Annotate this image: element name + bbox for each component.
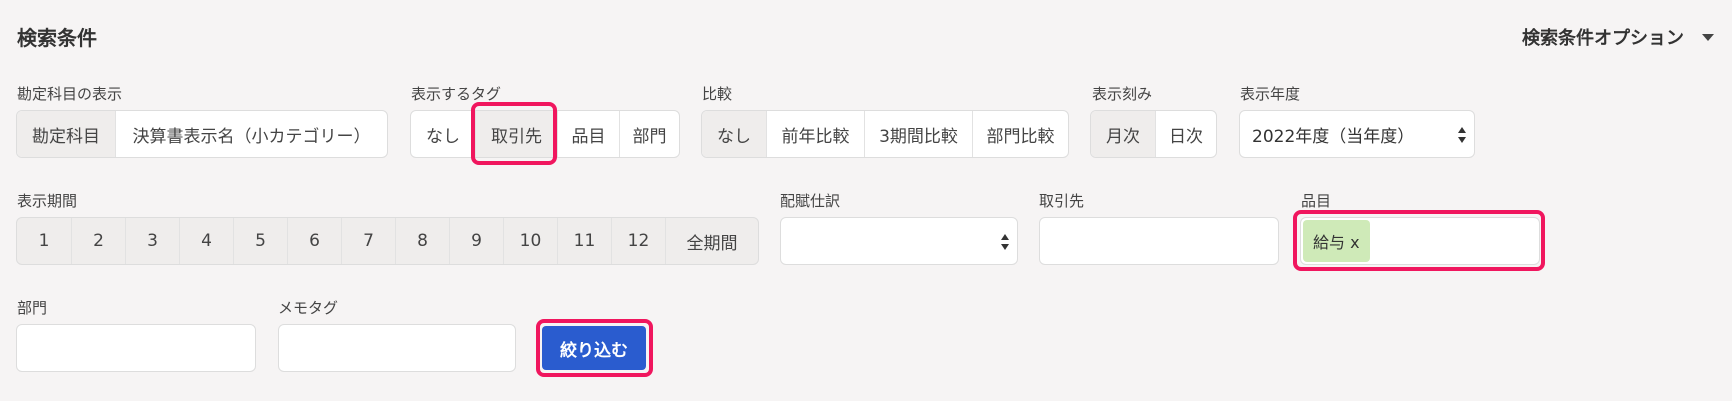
memo-tag-input[interactable] — [278, 324, 516, 372]
department-label: 部門 — [17, 299, 48, 317]
highlight-box — [1293, 210, 1545, 271]
granularity-option-daily[interactable]: 日次 — [1155, 111, 1216, 157]
select-arrows-icon — [1458, 127, 1466, 143]
allocation-select[interactable] — [780, 217, 1018, 265]
period-option[interactable]: 8 — [395, 218, 449, 264]
period-segment: 1 2 3 4 5 6 7 8 9 10 11 12 全期間 — [16, 217, 759, 265]
display-tag-option-none[interactable]: なし — [411, 111, 475, 157]
memo-tag-label: メモタグ — [278, 299, 339, 317]
fiscal-year-value: 2022年度（当年度） — [1252, 126, 1415, 147]
partner-input[interactable] — [1039, 217, 1279, 265]
display-tag-option-item[interactable]: 品目 — [557, 111, 619, 157]
granularity-segment: 月次 日次 — [1090, 110, 1217, 158]
display-tag-label: 表示するタグ — [411, 85, 502, 103]
comparison-option-previous-year[interactable]: 前年比較 — [766, 111, 864, 157]
display-tag-option-department[interactable]: 部門 — [619, 111, 679, 157]
period-option[interactable]: 2 — [71, 218, 125, 264]
caret-down-icon[interactable] — [1702, 34, 1714, 41]
highlight-box — [471, 102, 557, 165]
period-label: 表示期間 — [17, 192, 78, 210]
period-option[interactable]: 12 — [611, 218, 665, 264]
period-option[interactable]: 4 — [179, 218, 233, 264]
granularity-label: 表示刻み — [1092, 85, 1153, 103]
account-display-segment: 勘定科目 決算書表示名（小カテゴリー） — [16, 110, 388, 158]
comparison-option-none[interactable]: なし — [702, 111, 766, 157]
comparison-option-three-periods[interactable]: 3期間比較 — [864, 111, 972, 157]
period-option[interactable]: 11 — [557, 218, 611, 264]
account-display-option-statement-name[interactable]: 決算書表示名（小カテゴリー） — [115, 111, 387, 157]
department-input[interactable] — [16, 324, 256, 372]
page-title: 検索条件 — [17, 26, 97, 50]
account-display-label: 勘定科目の表示 — [17, 85, 123, 103]
fiscal-year-label: 表示年度 — [1240, 85, 1301, 103]
period-option[interactable]: 7 — [341, 218, 395, 264]
search-options-toggle[interactable]: 検索条件オプション — [1522, 24, 1684, 50]
period-option[interactable]: 1 — [17, 218, 71, 264]
period-option[interactable]: 3 — [125, 218, 179, 264]
period-option[interactable]: 9 — [449, 218, 503, 264]
period-option[interactable]: 6 — [287, 218, 341, 264]
partner-label: 取引先 — [1039, 192, 1085, 210]
period-option[interactable]: 10 — [503, 218, 557, 264]
item-label: 品目 — [1301, 192, 1332, 210]
select-arrows-icon — [1001, 234, 1009, 250]
period-option[interactable]: 5 — [233, 218, 287, 264]
period-option-all[interactable]: 全期間 — [665, 218, 758, 264]
comparison-segment: なし 前年比較 3期間比較 部門比較 — [701, 110, 1069, 158]
account-display-option-account[interactable]: 勘定科目 — [17, 111, 115, 157]
comparison-label: 比較 — [702, 85, 733, 103]
allocation-label: 配賦仕訳 — [780, 192, 841, 210]
fiscal-year-select[interactable]: 2022年度（当年度） — [1239, 110, 1475, 158]
granularity-option-monthly[interactable]: 月次 — [1091, 111, 1155, 157]
comparison-option-department[interactable]: 部門比較 — [972, 111, 1068, 157]
highlight-box — [536, 319, 653, 377]
